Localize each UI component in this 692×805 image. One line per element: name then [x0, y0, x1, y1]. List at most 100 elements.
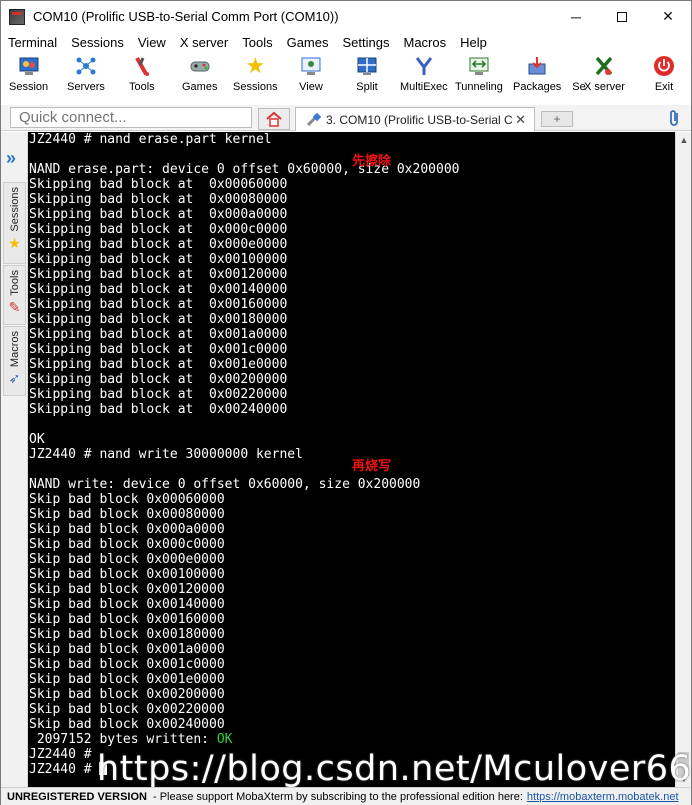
- sessions-star-icon: ★: [245, 53, 266, 78]
- terminal-line: Skip bad block 0x001c0000: [29, 657, 225, 672]
- terminal-lines: JZ2440 # nand erase.part kernel NAND eras…: [28, 132, 675, 732]
- written-bytes-text: 2097152 bytes written:: [29, 732, 217, 747]
- menu-x-server[interactable]: X server: [173, 35, 235, 50]
- terminal-line: Skipping bad block at 0x00100000: [29, 252, 288, 267]
- menu-sessions[interactable]: Sessions: [64, 35, 131, 50]
- minimize-button[interactable]: ─: [553, 1, 599, 32]
- multiexec-label: MultiExec: [400, 81, 448, 93]
- menu-macros[interactable]: Macros: [396, 35, 453, 50]
- split-button[interactable]: Split: [355, 54, 379, 100]
- menu-view[interactable]: View: [131, 35, 173, 50]
- terminal-line: Skipping bad block at 0x00080000: [29, 192, 288, 207]
- terminal-line: Skipping bad block at 0x00120000: [29, 267, 288, 282]
- sidebar-tab-macros[interactable]: Macros ➶: [3, 326, 26, 396]
- terminal-line: Skip bad block 0x000a0000: [29, 522, 225, 537]
- terminal-line: NAND write: device 0 offset 0x60000, siz…: [29, 477, 421, 492]
- support-message: - Please support MobaXterm by subscribin…: [152, 790, 523, 803]
- prompt-text: JZ2440 #: [29, 762, 100, 777]
- terminal-line: Skipping bad block at 0x00160000: [29, 297, 288, 312]
- serial-plug-icon: [306, 112, 322, 126]
- window-title: COM10 (Prolific USB-to-Serial Comm Port …: [33, 9, 339, 24]
- terminal-written-line: 2097152 bytes written: OK: [28, 732, 675, 747]
- sessions-button[interactable]: ★ Sessions: [233, 54, 278, 100]
- terminal-line: Skipping bad block at 0x000c0000: [29, 222, 288, 237]
- menu-help[interactable]: Help: [453, 35, 494, 50]
- terminal-line: Skipping bad block at 0x00220000: [29, 387, 288, 402]
- terminal-line: Skip bad block 0x001a0000: [29, 642, 225, 657]
- terminal-line: Skip bad block 0x000e0000: [29, 552, 225, 567]
- menu-games[interactable]: Games: [280, 35, 336, 50]
- maximize-icon: [617, 11, 627, 22]
- sessions-label: Sessions: [233, 81, 278, 93]
- view-label: View: [299, 81, 323, 93]
- terminal-line: Skip bad block 0x00160000: [29, 612, 225, 627]
- close-button[interactable]: ✕: [645, 1, 691, 32]
- xserver-label: X server: [584, 81, 625, 93]
- star-icon: ★: [8, 234, 21, 251]
- terminal-line: Skipping bad block at 0x00060000: [29, 177, 288, 192]
- mobatek-link[interactable]: https://mobaxterm.mobatek.net: [527, 791, 679, 803]
- scroll-up-icon[interactable]: ▲: [676, 132, 692, 148]
- tools-icon: ✎: [8, 298, 21, 315]
- sidebar-tab-tools[interactable]: Tools ✎: [3, 265, 26, 325]
- packages-label: Packages: [513, 81, 562, 93]
- xserver-button[interactable]: X server: [584, 54, 625, 100]
- games-button[interactable]: Games: [182, 54, 217, 100]
- quick-connect-input[interactable]: [10, 107, 252, 128]
- exit-button[interactable]: Exit: [652, 54, 676, 100]
- terminal-line: Skip bad block 0x00100000: [29, 567, 225, 582]
- terminal-output[interactable]: JZ2440 # nand erase.part kernel NAND eras…: [28, 132, 675, 787]
- session-icon: [17, 54, 41, 78]
- servers-button[interactable]: Servers: [67, 54, 105, 100]
- terminal-line: Skip bad block 0x000c0000: [29, 537, 225, 552]
- unregistered-label: UNREGISTERED VERSION: [7, 790, 147, 803]
- tab-close-icon[interactable]: ✕: [515, 112, 526, 128]
- left-sidebar: » Sessions ★ Tools ✎ Macros ➶: [1, 132, 28, 787]
- expand-sidebar-icon[interactable]: »: [6, 148, 16, 169]
- menu-tools[interactable]: Tools: [235, 35, 279, 50]
- terminal-line: Skip bad block 0x00080000: [29, 507, 225, 522]
- terminal-line: Skipping bad block at 0x000e0000: [29, 237, 288, 252]
- tools-button[interactable]: Tools: [129, 54, 155, 100]
- tunneling-icon: [467, 54, 491, 78]
- home-tab[interactable]: [258, 108, 290, 130]
- terminal-scrollbar[interactable]: ▲ ▼: [675, 132, 691, 787]
- attachment-icon[interactable]: [667, 109, 681, 132]
- menu-terminal[interactable]: Terminal: [1, 35, 64, 50]
- terminal-line: Skipping bad block at 0x00240000: [29, 402, 288, 417]
- terminal-line: Skip bad block 0x00200000: [29, 687, 225, 702]
- session-button[interactable]: Session: [9, 54, 48, 100]
- tab-com10-session[interactable]: 3. COM10 (Prolific USB-to-Serial C ✕: [295, 107, 535, 131]
- mobaxterm-window: COM10 (Prolific USB-to-Serial Comm Port …: [0, 0, 692, 805]
- session-label: Session: [9, 81, 49, 93]
- tools-label: Tools: [129, 81, 155, 93]
- maximize-button[interactable]: [599, 1, 645, 32]
- annotation-write: 再烧写: [352, 459, 392, 474]
- multiexec-button[interactable]: MultiExec: [400, 54, 448, 100]
- packages-button[interactable]: Packages: [513, 54, 561, 100]
- multiexec-icon: [412, 54, 436, 78]
- games-label: Games: [182, 81, 218, 93]
- main-toolbar: Session Servers Tools Games ★ Sessions V…: [1, 52, 691, 101]
- terminal-line: Skip bad block 0x00220000: [29, 702, 225, 717]
- status-bar: UNREGISTERED VERSION - Please support Mo…: [1, 787, 691, 805]
- terminal-line: OK: [29, 432, 45, 447]
- menu-bar: Terminal Sessions View X server Tools Ga…: [1, 32, 691, 52]
- terminal-line: Skip bad block 0x00060000: [29, 492, 225, 507]
- sidebar-sessions-label: Sessions: [8, 187, 21, 232]
- new-tab-button[interactable]: +: [541, 111, 573, 127]
- terminal-line: Skipping bad block at 0x001e0000: [29, 357, 288, 372]
- session-tab-label: 3. COM10 (Prolific USB-to-Serial C: [326, 112, 513, 127]
- split-icon: [355, 54, 379, 78]
- sidebar-tab-sessions[interactable]: Sessions ★: [3, 182, 26, 264]
- servers-label: Servers: [67, 81, 105, 93]
- view-icon: [299, 54, 323, 78]
- menu-settings[interactable]: Settings: [336, 35, 397, 50]
- terminal-line: Skipping bad block at 0x001a0000: [29, 327, 288, 342]
- written-ok-text: OK: [216, 732, 233, 747]
- tunneling-label: Tunneling: [455, 81, 503, 93]
- tunneling-button[interactable]: Tunneling: [455, 54, 503, 100]
- view-button[interactable]: View: [299, 54, 323, 100]
- home-icon: [266, 111, 282, 127]
